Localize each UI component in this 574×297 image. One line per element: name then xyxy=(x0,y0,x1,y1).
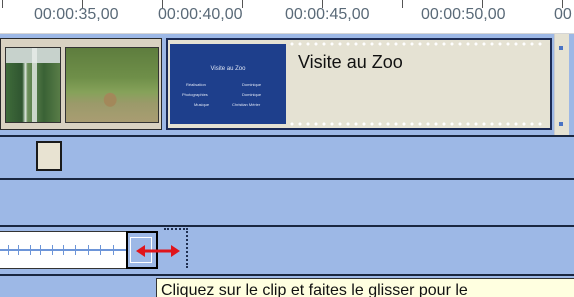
ruler-tick xyxy=(402,0,403,8)
audio-waveform xyxy=(0,249,128,251)
ruler-label: 00:00:45,00 xyxy=(285,6,370,23)
audio-waveform xyxy=(88,245,89,255)
handle-dot xyxy=(559,46,563,50)
clip-edge-handle[interactable] xyxy=(554,34,569,135)
thumbnail-credit-label: Photographies xyxy=(182,92,208,97)
thumbnail-credit-name: Dominique xyxy=(242,92,262,97)
photo-clip[interactable] xyxy=(0,38,162,130)
thumbnail-credit-label: Réalisation xyxy=(186,82,206,87)
thumbnail-credit-name: Christian Mérier xyxy=(232,102,261,107)
ruler-label: 00:00:50,00 xyxy=(421,6,506,23)
photo-thumbnail xyxy=(5,47,61,123)
empty-track[interactable] xyxy=(0,180,574,225)
audio-waveform xyxy=(30,245,31,255)
drag-tooltip: Cliquez sur le clip et faites le glisser… xyxy=(156,278,574,297)
title-clip-label: Visite au Zoo xyxy=(298,52,403,72)
photo-thumbnail xyxy=(65,47,159,123)
overlay-track[interactable] xyxy=(0,137,574,178)
overlay-marker[interactable] xyxy=(36,141,62,171)
handle-dot xyxy=(559,122,563,126)
audio-waveform xyxy=(40,245,41,255)
thumbnail-heading: Visite au Zoo xyxy=(210,66,246,72)
audio-waveform xyxy=(63,245,64,255)
tooltip-text: Cliquez sur le clip et faites le glisser… xyxy=(161,282,468,297)
audio-clip[interactable] xyxy=(0,231,128,269)
video-track[interactable]: Visite au Zoo Réalisation Dominique Phot… xyxy=(0,34,574,135)
title-thumbnail: Visite au Zoo Réalisation Dominique Phot… xyxy=(170,44,286,124)
title-clip[interactable]: Visite au Zoo Réalisation Dominique Phot… xyxy=(166,38,552,130)
audio-waveform xyxy=(18,245,19,255)
thumbnail-credit-name: Dominique xyxy=(242,82,262,87)
audio-waveform xyxy=(52,245,53,255)
ruler-tick xyxy=(2,0,3,8)
audio-waveform xyxy=(113,245,114,255)
ruler-label: 00 xyxy=(554,6,572,23)
audio-track[interactable] xyxy=(0,227,574,274)
audio-waveform xyxy=(100,245,101,255)
resize-arrow-icon[interactable] xyxy=(136,245,180,257)
ruler-label: 00:00:35,00 xyxy=(34,6,119,23)
ruler-label: 00:00:40,00 xyxy=(158,6,243,23)
audio-waveform xyxy=(8,245,9,255)
timeline-ruler[interactable]: 00:00:35,00 00:00:40,00 00:00:45,00 00:0… xyxy=(0,0,574,34)
audio-waveform xyxy=(75,245,76,255)
thumbnail-credit-label: Musique xyxy=(194,102,210,107)
